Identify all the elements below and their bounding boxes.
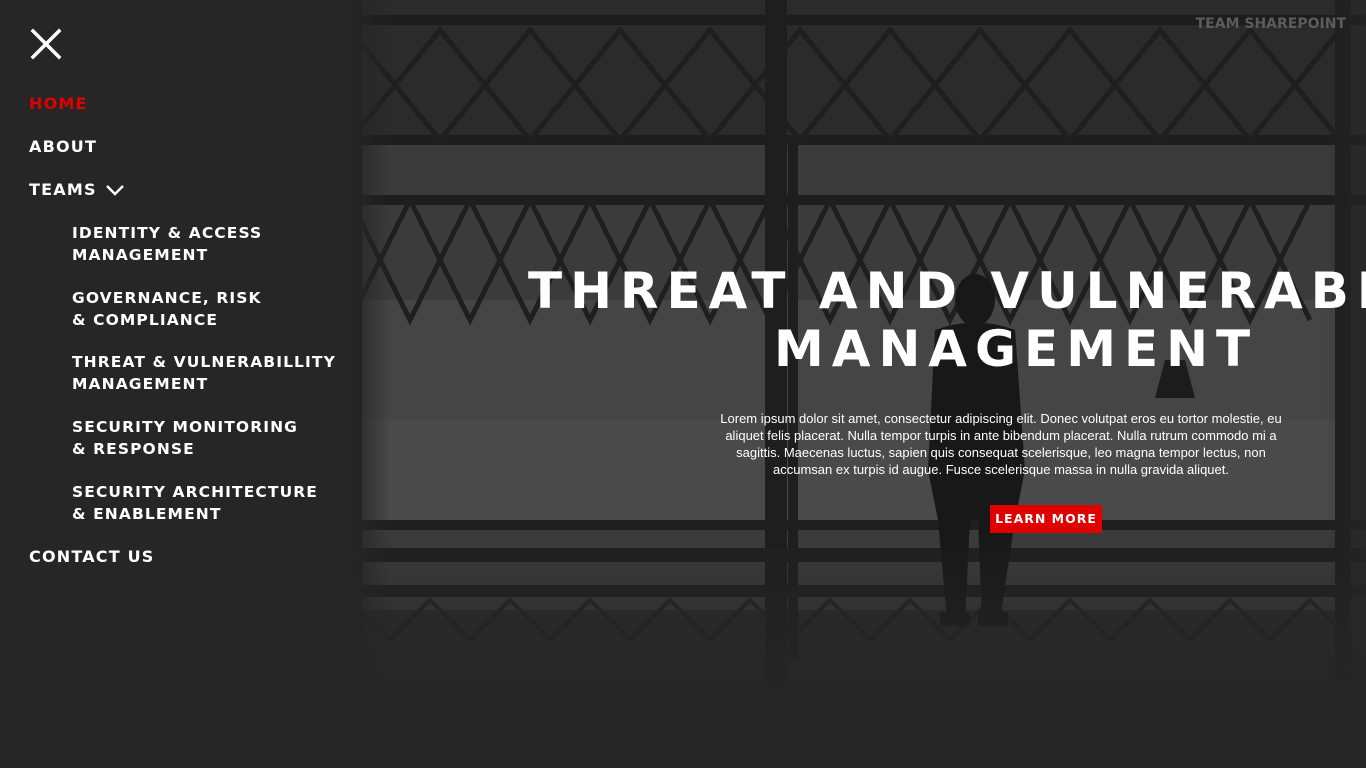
learn-more-button[interactable]: LEARN MORE bbox=[990, 505, 1102, 533]
nav-subitem-governance-risk[interactable]: GOVERNANCE, RISK & COMPLIANCE bbox=[72, 287, 342, 331]
hero-background bbox=[350, 0, 1366, 768]
nav-subitem-label-line1: GOVERNANCE, RISK bbox=[72, 289, 262, 307]
nav-subitem-label-line2: MANAGEMENT bbox=[72, 375, 209, 393]
page-title-line2: MANAGEMENT bbox=[774, 320, 1259, 378]
nav-item-about[interactable]: ABOUT bbox=[29, 136, 97, 158]
nav-subitem-label-line2: & COMPLIANCE bbox=[72, 311, 219, 329]
chevron-down-icon[interactable] bbox=[105, 183, 125, 197]
page: HOME ABOUT TEAMS IDENTITY & ACCESS MANAG… bbox=[0, 0, 1366, 768]
nav-subitem-label-line1: SECURITY MONITORING bbox=[72, 418, 298, 436]
nav-subitem-security-architecture[interactable]: SECURITY ARCHITECTURE & ENABLEMENT bbox=[72, 481, 342, 525]
sidebar-menu: HOME ABOUT TEAMS IDENTITY & ACCESS MANAG… bbox=[0, 0, 350, 768]
brand-link[interactable]: TEAM SHAREPOINT bbox=[1196, 16, 1346, 32]
nav-subitem-label-line1: IDENTITY & ACCESS bbox=[72, 224, 263, 242]
nav-item-teams[interactable]: TEAMS bbox=[29, 179, 125, 201]
nav-subitem-threat-vulnerability[interactable]: THREAT & VULNERABILLITY MANAGEMENT bbox=[72, 351, 342, 395]
close-icon[interactable] bbox=[30, 28, 62, 60]
nav-subitem-label-line1: THREAT & VULNERABILLITY bbox=[72, 353, 336, 371]
nav-subitem-label-line2: & RESPONSE bbox=[72, 440, 195, 458]
nav-subitem-security-monitoring[interactable]: SECURITY MONITORING & RESPONSE bbox=[72, 416, 342, 460]
nav-item-home[interactable]: HOME bbox=[29, 93, 88, 115]
nav-item-contact-us[interactable]: CONTACT US bbox=[29, 546, 155, 568]
hero-description: Lorem ipsum dolor sit amet, consectetur … bbox=[720, 411, 1282, 477]
nav-subitem-label-line2: MANAGEMENT bbox=[72, 246, 209, 264]
page-title-line1: THREAT AND VULNERABILITY bbox=[528, 262, 1366, 320]
nav-subitem-label-line2: & ENABLEMENT bbox=[72, 505, 222, 523]
nav-subitem-label-line1: SECURITY ARCHITECTURE bbox=[72, 483, 318, 501]
nav-item-teams-label: TEAMS bbox=[29, 180, 97, 199]
hero-fade-overlay bbox=[350, 0, 1366, 768]
nav-subitem-identity-access[interactable]: IDENTITY & ACCESS MANAGEMENT bbox=[72, 222, 342, 266]
